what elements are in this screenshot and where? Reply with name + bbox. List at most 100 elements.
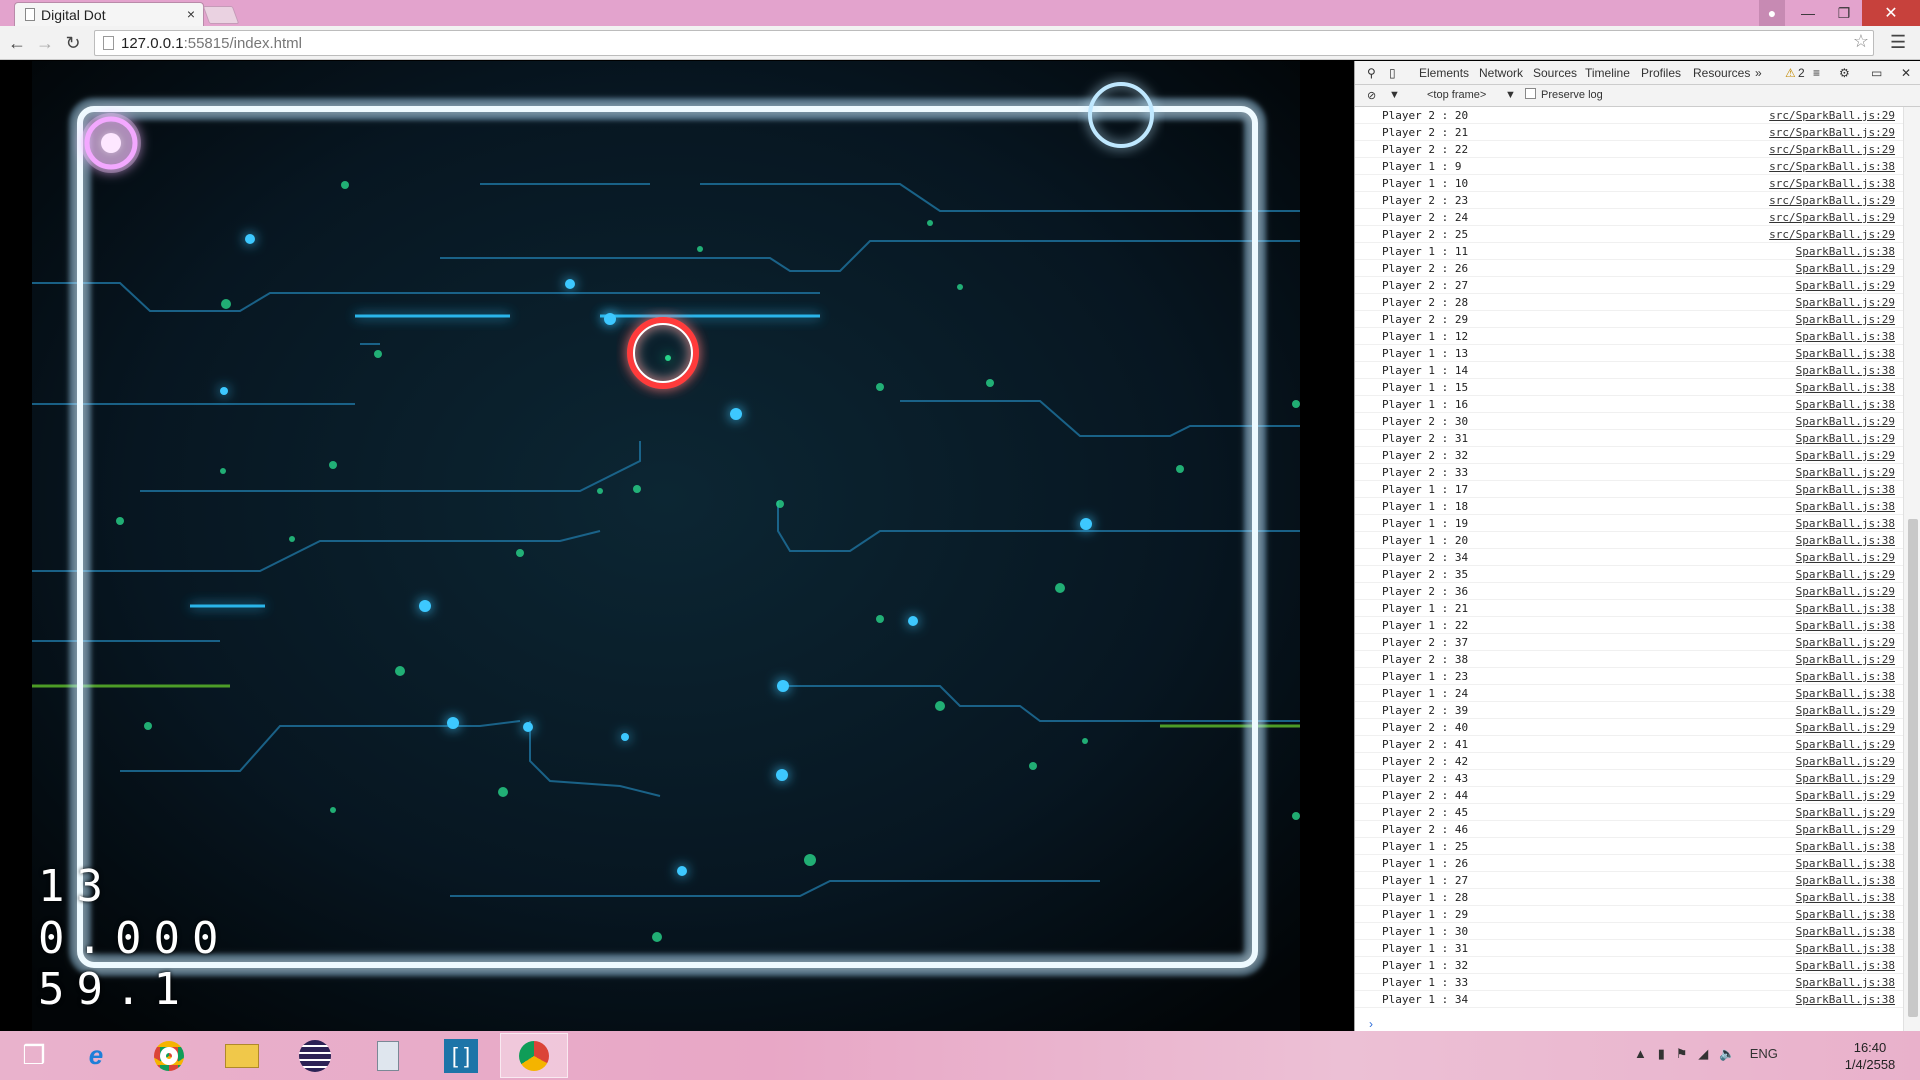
minimize-button[interactable]: — bbox=[1790, 0, 1826, 26]
console-source-link[interactable]: SparkBall.js:38 bbox=[1796, 993, 1895, 1006]
game-canvas[interactable]: 13 0.000 59.1 bbox=[0, 61, 1354, 1031]
new-tab-button[interactable] bbox=[202, 6, 240, 24]
console-source-link[interactable]: SparkBall.js:29 bbox=[1796, 449, 1895, 462]
console-source-link[interactable]: src/SparkBall.js:29 bbox=[1769, 109, 1895, 122]
frame-select[interactable]: <top frame> bbox=[1427, 89, 1486, 101]
preserve-log-checkbox[interactable] bbox=[1525, 88, 1536, 99]
console-source-link[interactable]: SparkBall.js:29 bbox=[1796, 585, 1895, 598]
console-source-link[interactable]: SparkBall.js:29 bbox=[1796, 313, 1895, 326]
console-source-link[interactable]: SparkBall.js:38 bbox=[1796, 483, 1895, 496]
console-source-link[interactable]: SparkBall.js:38 bbox=[1796, 347, 1895, 360]
more-tabs-icon[interactable]: » bbox=[1755, 66, 1762, 80]
console-source-link[interactable]: SparkBall.js:29 bbox=[1796, 568, 1895, 581]
console-source-link[interactable]: SparkBall.js:38 bbox=[1796, 874, 1895, 887]
calculator-icon[interactable] bbox=[354, 1033, 422, 1078]
network-icon[interactable]: ◢ bbox=[1698, 1046, 1708, 1061]
console-source-link[interactable]: SparkBall.js:29 bbox=[1796, 721, 1895, 734]
close-devtools-icon[interactable]: ✕ bbox=[1901, 66, 1911, 80]
address-bar[interactable]: 127.0.0.1:55815/index.html ☆ bbox=[94, 30, 1874, 56]
device-icon[interactable]: ▯ bbox=[1389, 66, 1396, 80]
console-source-link[interactable]: SparkBall.js:29 bbox=[1796, 806, 1895, 819]
console-source-link[interactable]: SparkBall.js:38 bbox=[1796, 364, 1895, 377]
console-source-link[interactable]: SparkBall.js:38 bbox=[1796, 381, 1895, 394]
console-source-link[interactable]: SparkBall.js:38 bbox=[1796, 687, 1895, 700]
back-icon[interactable]: ← bbox=[6, 32, 28, 54]
eclipse-icon[interactable] bbox=[281, 1033, 349, 1078]
console-source-link[interactable]: SparkBall.js:29 bbox=[1796, 551, 1895, 564]
action-center-icon[interactable]: ⚑ bbox=[1676, 1046, 1688, 1061]
scroll-thumb[interactable] bbox=[1908, 519, 1918, 1017]
console-source-link[interactable]: src/SparkBall.js:29 bbox=[1769, 211, 1895, 224]
console-source-link[interactable]: src/SparkBall.js:29 bbox=[1769, 228, 1895, 241]
console-source-link[interactable]: SparkBall.js:38 bbox=[1796, 976, 1895, 989]
console-source-link[interactable]: SparkBall.js:38 bbox=[1796, 840, 1895, 853]
browser-tab[interactable]: Digital Dot × bbox=[14, 2, 204, 26]
console-source-link[interactable]: SparkBall.js:38 bbox=[1796, 330, 1895, 343]
console-source-link[interactable]: SparkBall.js:38 bbox=[1796, 245, 1895, 258]
console-source-link[interactable]: SparkBall.js:38 bbox=[1796, 891, 1895, 904]
console-source-link[interactable]: SparkBall.js:29 bbox=[1796, 466, 1895, 479]
console-source-link[interactable]: SparkBall.js:38 bbox=[1796, 670, 1895, 683]
start-icon[interactable]: ❒ bbox=[0, 1033, 68, 1078]
console-source-link[interactable]: src/SparkBall.js:29 bbox=[1769, 194, 1895, 207]
console-source-link[interactable]: src/SparkBall.js:29 bbox=[1769, 126, 1895, 139]
console-scrollbar[interactable] bbox=[1903, 107, 1920, 1031]
console-source-link[interactable]: src/SparkBall.js:38 bbox=[1769, 177, 1895, 190]
clear-console-icon[interactable]: ⊘ bbox=[1367, 89, 1376, 102]
console-source-link[interactable]: SparkBall.js:38 bbox=[1796, 517, 1895, 530]
console-source-link[interactable]: src/SparkBall.js:29 bbox=[1769, 143, 1895, 156]
tab-sources[interactable]: Sources bbox=[1533, 66, 1577, 80]
console-source-link[interactable]: SparkBall.js:38 bbox=[1796, 925, 1895, 938]
file-explorer-icon[interactable] bbox=[208, 1033, 276, 1078]
clock[interactable]: 16:40 1/4/2558 bbox=[1840, 1039, 1900, 1073]
console-source-link[interactable]: SparkBall.js:29 bbox=[1796, 296, 1895, 309]
chrome-icon[interactable] bbox=[135, 1033, 203, 1078]
console-source-link[interactable]: SparkBall.js:29 bbox=[1796, 823, 1895, 836]
console-source-link[interactable]: SparkBall.js:29 bbox=[1796, 755, 1895, 768]
volume-icon[interactable]: 🔈 bbox=[1719, 1046, 1735, 1061]
console-source-link[interactable]: SparkBall.js:29 bbox=[1796, 789, 1895, 802]
console-source-link[interactable]: SparkBall.js:38 bbox=[1796, 398, 1895, 411]
warning-icon[interactable]: ⚠ bbox=[1785, 66, 1796, 80]
console-source-link[interactable]: SparkBall.js:38 bbox=[1796, 602, 1895, 615]
console-source-link[interactable]: SparkBall.js:29 bbox=[1796, 653, 1895, 666]
console-source-link[interactable]: SparkBall.js:29 bbox=[1796, 704, 1895, 717]
console-source-link[interactable]: SparkBall.js:29 bbox=[1796, 772, 1895, 785]
internet-explorer-icon[interactable]: e bbox=[62, 1033, 130, 1078]
console-source-link[interactable]: SparkBall.js:38 bbox=[1796, 942, 1895, 955]
console-source-link[interactable]: SparkBall.js:29 bbox=[1796, 262, 1895, 275]
tab-elements[interactable]: Elements bbox=[1419, 66, 1469, 80]
console-source-link[interactable]: SparkBall.js:38 bbox=[1796, 534, 1895, 547]
console-source-link[interactable]: SparkBall.js:38 bbox=[1796, 619, 1895, 632]
dock-icon[interactable]: ▭ bbox=[1871, 66, 1882, 80]
console-source-link[interactable]: SparkBall.js:29 bbox=[1796, 415, 1895, 428]
settings-gear-icon[interactable]: ⚙ bbox=[1839, 66, 1850, 80]
console-source-link[interactable]: SparkBall.js:29 bbox=[1796, 432, 1895, 445]
brackets-icon[interactable]: [ ] bbox=[427, 1033, 495, 1078]
console-drawer-icon[interactable]: ≡ bbox=[1813, 66, 1820, 80]
reload-icon[interactable]: ↻ bbox=[62, 32, 84, 54]
console-source-link[interactable]: SparkBall.js:38 bbox=[1796, 908, 1895, 921]
search-icon[interactable]: ⚲ bbox=[1367, 66, 1376, 80]
console-source-link[interactable]: SparkBall.js:29 bbox=[1796, 279, 1895, 292]
tab-resources[interactable]: Resources bbox=[1693, 66, 1750, 80]
console-source-link[interactable]: SparkBall.js:29 bbox=[1796, 636, 1895, 649]
console-source-link[interactable]: src/SparkBall.js:38 bbox=[1769, 160, 1895, 173]
forward-icon[interactable]: → bbox=[34, 32, 56, 54]
tab-profiles[interactable]: Profiles bbox=[1641, 66, 1681, 80]
bookmark-star-icon[interactable]: ☆ bbox=[1853, 31, 1869, 52]
console-prompt[interactable]: › bbox=[1369, 1017, 1373, 1031]
console-source-link[interactable]: SparkBall.js:38 bbox=[1796, 959, 1895, 972]
menu-icon[interactable]: ☰ bbox=[1890, 32, 1906, 53]
console-source-link[interactable]: SparkBall.js:38 bbox=[1796, 500, 1895, 513]
close-tab-icon[interactable]: × bbox=[187, 6, 195, 22]
filter-icon[interactable]: ▼ bbox=[1389, 89, 1400, 101]
user-icon[interactable]: ● bbox=[1759, 0, 1785, 26]
maximize-button[interactable]: ❐ bbox=[1826, 0, 1862, 26]
tab-network[interactable]: Network bbox=[1479, 66, 1523, 80]
tab-timeline[interactable]: Timeline bbox=[1585, 66, 1630, 80]
console-source-link[interactable]: SparkBall.js:38 bbox=[1796, 857, 1895, 870]
chrome-active-icon[interactable] bbox=[500, 1033, 568, 1078]
language-indicator[interactable]: ENG bbox=[1750, 1046, 1778, 1061]
close-window-button[interactable]: ✕ bbox=[1862, 0, 1920, 26]
